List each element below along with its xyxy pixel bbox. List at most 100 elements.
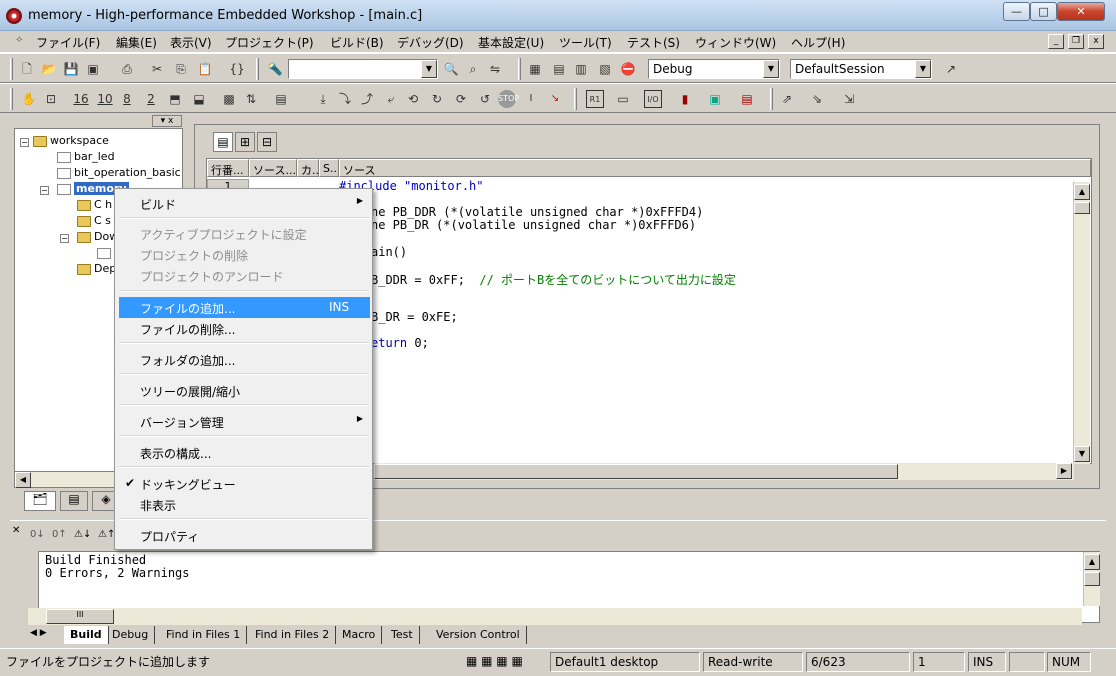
chevron-down-icon[interactable]: ▼: [763, 60, 779, 78]
io-window-icon[interactable]: I/O: [644, 90, 662, 108]
find-combo[interactable]: ▼: [288, 59, 438, 79]
configuration-combo[interactable]: Debug ▼: [648, 59, 780, 79]
disconnect-icon[interactable]: ⊡: [42, 90, 60, 108]
tab-debug[interactable]: Debug: [106, 626, 156, 644]
prev-tag-icon[interactable]: 0↓: [30, 529, 45, 540]
paste-icon[interactable]: 📋: [196, 60, 214, 78]
toolbar-grip[interactable]: [574, 88, 577, 110]
build-all-icon[interactable]: ▥: [572, 60, 590, 78]
menu-view[interactable]: 表示(V): [168, 33, 214, 52]
menu-test[interactable]: テスト(S): [625, 33, 682, 52]
pane-close-icon[interactable]: ▾ x: [152, 115, 182, 127]
go-reset-icon[interactable]: ⟳: [452, 90, 470, 108]
trace-icon[interactable]: ▮: [676, 90, 694, 108]
console-icon[interactable]: ▭: [614, 90, 632, 108]
find-icon[interactable]: 🔦: [266, 60, 284, 78]
tab-scroll-icons[interactable]: ◀ ▶: [30, 628, 47, 638]
source-mode-icon[interactable]: ▤: [213, 132, 233, 152]
tools-icon[interactable]: ⇲: [840, 90, 858, 108]
menu-project[interactable]: プロジェクト(P): [223, 33, 316, 52]
session-combo[interactable]: DefaultSession ▼: [790, 59, 932, 79]
tree-workspace[interactable]: workspace: [33, 134, 109, 147]
mdi-restore-button[interactable]: ❐: [1068, 34, 1084, 49]
disassembly-mode-icon[interactable]: ⊞: [235, 132, 255, 152]
pane-close-icon[interactable]: ✕: [12, 525, 20, 536]
tree-project-bar-led[interactable]: bar_led: [57, 150, 115, 163]
find-in-files-icon[interactable]: ⌕: [464, 60, 482, 78]
stop-icon[interactable]: STOP: [498, 90, 519, 108]
print-icon[interactable]: ⎙: [118, 60, 136, 78]
scroll-thumb[interactable]: [1074, 202, 1090, 214]
app-icon[interactable]: [6, 8, 22, 24]
editor-vscrollbar[interactable]: ▲ ▼: [1073, 182, 1090, 464]
tree-folder-download[interactable]: Dow: [77, 230, 118, 243]
menu-edit[interactable]: 編集(E): [114, 33, 159, 52]
tree-folder-dependencies[interactable]: Dep: [77, 262, 116, 275]
next-tag-icon[interactable]: 0↑: [52, 529, 67, 540]
output-vscrollbar[interactable]: ▲: [1083, 552, 1100, 606]
column-header-line[interactable]: 行番...: [207, 159, 249, 177]
run-to-icon[interactable]: ↺: [476, 90, 494, 108]
tree-folder-c-header[interactable]: C h: [77, 198, 112, 211]
registers-icon[interactable]: ⇅: [242, 90, 260, 108]
toolbar-grip[interactable]: [256, 58, 259, 80]
menu-item-configure-view[interactable]: 表示の構成...: [119, 442, 369, 463]
event-icon[interactable]: ▤: [738, 90, 756, 108]
close-button[interactable]: ✕: [1057, 2, 1105, 21]
menu-item-remove-file[interactable]: ファイルの削除...: [119, 318, 369, 339]
scroll-right-icon[interactable]: ▶: [1056, 463, 1072, 479]
column-header-coverage[interactable]: カ...: [297, 159, 319, 177]
locals-icon[interactable]: ⬓: [190, 90, 208, 108]
tab-find-in-files-1[interactable]: Find in Files 1: [160, 626, 248, 644]
toolbar-grip[interactable]: [10, 58, 13, 80]
save-all-icon[interactable]: ▣: [84, 60, 102, 78]
menu-item-add-file[interactable]: ファイルの追加... INS: [119, 297, 370, 318]
menu-build[interactable]: ビルド(B): [328, 33, 386, 52]
bin-2-button[interactable]: 2: [142, 90, 160, 108]
scroll-left-icon[interactable]: ◀: [15, 472, 31, 488]
scroll-thumb[interactable]: III: [46, 609, 114, 624]
column-header-source-addr[interactable]: ソース...: [249, 159, 297, 177]
menu-item-add-folder[interactable]: フォルダの追加...: [119, 349, 369, 370]
menu-tools[interactable]: ツール(T): [557, 33, 614, 52]
tree-folder-c-source[interactable]: C s: [77, 214, 111, 227]
minimize-button[interactable]: —: [1003, 2, 1030, 21]
menu-window[interactable]: ウィンドウ(W): [693, 33, 778, 52]
maximize-button[interactable]: □: [1030, 2, 1057, 21]
warning-prev-icon[interactable]: ⚠↓: [74, 529, 91, 540]
stop-build-icon[interactable]: ⛔: [619, 60, 637, 78]
save-icon[interactable]: 💾: [62, 60, 80, 78]
dec-10-button[interactable]: 10: [96, 90, 114, 108]
scroll-up-icon[interactable]: ▲: [1084, 554, 1100, 570]
set-pc-icon[interactable]: I: [522, 90, 540, 108]
braces-icon[interactable]: {}: [228, 60, 246, 78]
mdi-close-button[interactable]: x: [1088, 34, 1104, 49]
mdi-minimize-button[interactable]: _: [1048, 34, 1064, 49]
chevron-down-icon[interactable]: ▼: [915, 60, 931, 78]
collapse-icon[interactable]: −: [40, 186, 49, 195]
r1-icon[interactable]: R1: [586, 90, 604, 108]
column-header-s[interactable]: S...: [319, 159, 339, 177]
step-in-icon[interactable]: ⤓: [314, 90, 332, 108]
build-icon[interactable]: ▦: [526, 60, 544, 78]
reset-icon[interactable]: ⟲: [404, 90, 422, 108]
new-file-icon[interactable]: 🗋: [18, 60, 36, 78]
desktop-icons[interactable]: ▦ ▦ ▦ ▦: [466, 654, 523, 668]
scroll-thumb[interactable]: [1084, 572, 1100, 586]
menu-item-expand-tree[interactable]: ツリーの展開/縮小: [119, 380, 369, 401]
memory-icon[interactable]: ▩: [220, 90, 238, 108]
menu-item-version-control[interactable]: バージョン管理 ▶: [119, 411, 369, 432]
scroll-thumb[interactable]: [374, 464, 898, 479]
tree-download-module[interactable]: [97, 246, 114, 259]
scroll-up-icon[interactable]: ▲: [1074, 184, 1090, 200]
collapse-icon[interactable]: −: [60, 234, 69, 243]
view-icon[interactable]: ⇘: [808, 90, 826, 108]
tab-test[interactable]: Test: [385, 626, 420, 644]
tab-projects-icon[interactable]: 🗂: [24, 491, 56, 511]
tab-version-control[interactable]: Version Control: [430, 626, 527, 644]
tab-find-in-files-2[interactable]: Find in Files 2: [249, 626, 337, 644]
tab-build[interactable]: Build: [64, 626, 109, 644]
column-header-source[interactable]: ソース: [339, 159, 1091, 177]
cut-icon[interactable]: ✂: [148, 60, 166, 78]
toolbar-grip[interactable]: [770, 88, 773, 110]
